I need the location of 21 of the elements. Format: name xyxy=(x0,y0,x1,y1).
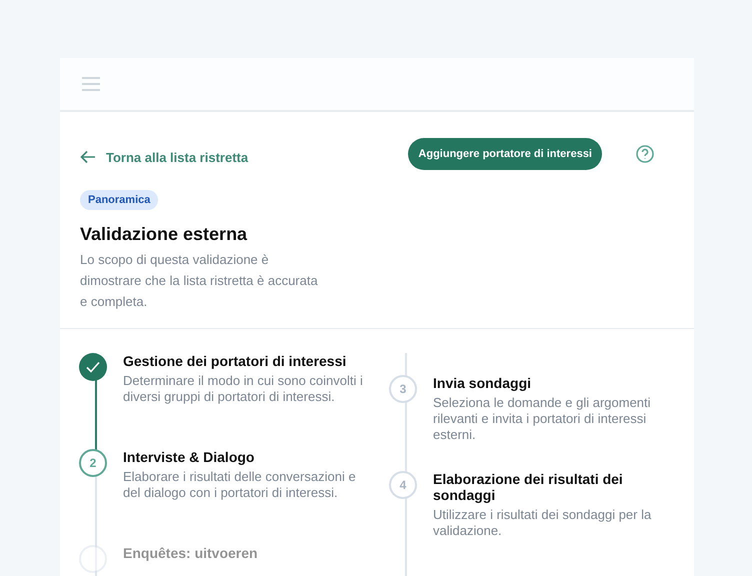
step-description: Utilizzare i risultati dei sondaggi per la validazione. xyxy=(433,507,652,539)
help-icon[interactable] xyxy=(636,145,654,163)
step-title: Elaborazione dei risultati dei sondaggi xyxy=(433,471,624,503)
back-arrow-icon xyxy=(80,150,96,164)
back-link[interactable]: Torna alla lista ristretta xyxy=(80,150,248,164)
step-description: Elaborare i risultati delle conversazioni e del dialogo con i portatori di interessi. xyxy=(123,469,357,501)
step-circle: 2 xyxy=(79,449,107,477)
step-title: Interviste & Dialogo xyxy=(123,449,256,465)
step-circle: 4 xyxy=(389,471,417,499)
page-title: Validazione esterna xyxy=(80,224,248,245)
check-icon xyxy=(85,359,101,375)
step-title: Invia sondaggi xyxy=(433,375,532,391)
step-description: Seleziona le domande e gli argomenti rilevanti e invita i portatori di interessi esterni. xyxy=(433,395,652,443)
step-circle: 3 xyxy=(389,375,417,403)
step-title: Enquêtes: uitvoeren xyxy=(123,545,258,561)
step-description: Determinare il modo in cui sono coinvolti i diversi gruppi di portatori di interessi. xyxy=(123,373,363,405)
page-description: Lo scopo di questa validazione è dimostrare che la lista ristretta è accurata e completa. xyxy=(80,251,319,311)
add-stakeholder-button[interactable]: Aggiungere portatore di interessi xyxy=(408,138,602,170)
step-title: Gestione dei portatori di interessi xyxy=(123,353,348,369)
overview-badge: Panoramica xyxy=(80,190,158,210)
menu-icon[interactable] xyxy=(82,77,100,91)
